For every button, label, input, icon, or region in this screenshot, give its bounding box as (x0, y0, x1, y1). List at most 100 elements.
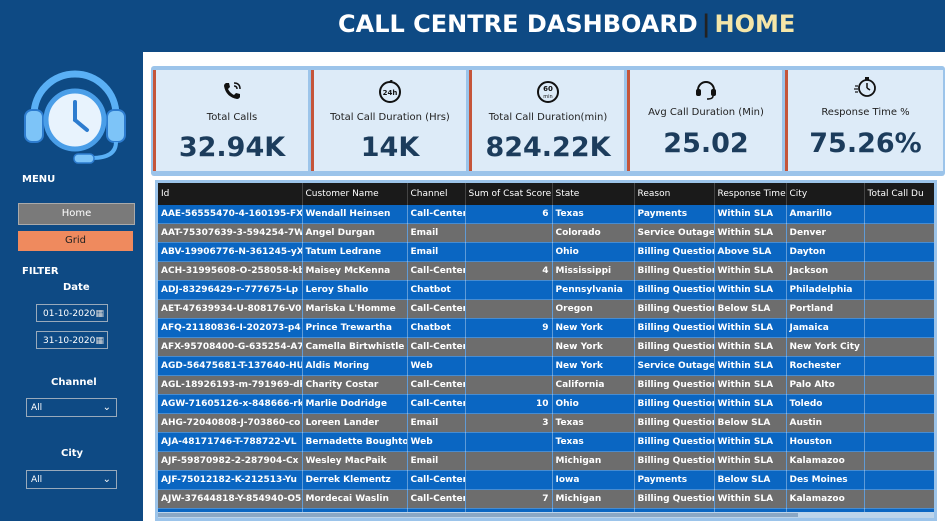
table-cell: 6 (465, 205, 553, 224)
table-cell: AGW-71605126-x-848666-rk (158, 394, 303, 414)
table-cell: ADJ-83296429-r-777675-Lp (158, 280, 303, 300)
table-row[interactable]: AHG-72040808-J-703860-co Loreen Lander Ema… (158, 413, 934, 433)
table-cell (465, 470, 553, 490)
table-cell: Charity Costar (302, 375, 408, 395)
date-start-input[interactable]: 01-10-2020 ▦ (36, 304, 108, 322)
table-cell (465, 242, 553, 262)
city-label: City (61, 448, 84, 459)
svg-text:min: min (543, 94, 552, 100)
table-cell: Payments (634, 205, 715, 224)
column-header[interactable]: Channel (407, 183, 466, 205)
kpi-label: Response Time % (821, 107, 910, 118)
date-end-input[interactable]: 31-10-2020 ▦ (36, 331, 108, 349)
column-header[interactable]: Response Time (714, 183, 787, 205)
city-select[interactable]: All ⌄ (26, 470, 117, 489)
kpi-value: 824.22K (485, 132, 611, 163)
table-row[interactable]: ABV-19906776-N-361245-yX Tatum Ledrane Ema… (158, 242, 934, 262)
table-cell: Within SLA (714, 356, 787, 376)
table-cell: Within SLA (714, 205, 787, 224)
calendar-icon[interactable]: ▦ (95, 305, 104, 323)
table-cell: Mariska L'Homme (302, 299, 408, 319)
city-value: All (31, 475, 43, 485)
table-cell: Ohio (552, 394, 635, 414)
kpi-card-response-time: Response Time % 75.26% (785, 70, 943, 171)
table-cell: Service Outage (634, 223, 715, 243)
table-row[interactable]: ACH-31995608-O-258058-kb Maisey McKenna Ca… (158, 261, 934, 281)
column-header[interactable]: Id (158, 183, 303, 205)
horizontal-scrollbar[interactable] (158, 512, 934, 518)
kpi-value: 14K (360, 132, 420, 163)
channel-value: All (31, 403, 43, 413)
table-cell: Billing Question (634, 242, 715, 262)
table-row[interactable]: AJW-37644818-Y-854940-O5 Mordecai Waslin C… (158, 489, 934, 509)
nav-grid-button[interactable]: Grid (18, 231, 133, 251)
nav-home-button[interactable]: Home (18, 203, 135, 225)
scrollbar-thumb[interactable] (158, 513, 798, 517)
table-cell: Chatbot (407, 318, 466, 338)
table-cell: Billing Question (634, 299, 715, 319)
page-title: CALL CENTRE DASHBOARD | HOME (338, 10, 795, 38)
table-cell (465, 451, 553, 471)
channel-select[interactable]: All ⌄ (26, 398, 117, 417)
chevron-down-icon: ⌄ (102, 402, 111, 413)
24h-clock-icon: 24h (314, 79, 466, 103)
table-cell: Billing Question (634, 261, 715, 281)
table-cell (864, 394, 934, 414)
table-cell (864, 280, 934, 300)
column-header[interactable]: Customer Name (302, 183, 408, 205)
table-cell: Aldis Moring (302, 356, 408, 376)
table-row[interactable]: AFQ-21180836-I-202073-p4 Prince Trewartha… (158, 318, 934, 338)
table-cell (864, 356, 934, 376)
table-cell: Mississippi (552, 261, 635, 281)
column-header[interactable]: Sum of Csat Score (465, 183, 553, 205)
table-row[interactable]: AAE-56555470-4-160195-FX Wendall Heinsen C… (158, 205, 934, 224)
table-cell: Billing Question (634, 451, 715, 471)
table-cell: Within SLA (714, 375, 787, 395)
table-row[interactable]: AJF-75012182-K-212513-Yu Derrek Klementz C… (158, 470, 934, 490)
table-cell: Billing Question (634, 489, 715, 509)
table-row[interactable]: AET-47639934-U-808176-V0 Mariska L'Homme C… (158, 299, 934, 319)
table-body: AAE-56555470-4-160195-FX Wendall Heinsen C… (158, 205, 934, 518)
table-cell: Within SLA (714, 261, 787, 281)
table-cell: Derrek Klementz (302, 470, 408, 490)
headset-clock-logo-icon (24, 70, 126, 164)
table-row[interactable]: AGW-71605126-x-848666-rk Marlie Dodridge C… (158, 394, 934, 414)
table-cell (864, 242, 934, 262)
table-cell: Web (407, 432, 466, 452)
table-cell: Texas (552, 413, 635, 433)
table-row[interactable]: AGL-18926193-m-791969-dh Charity Costar Ca… (158, 375, 934, 395)
table-cell: Philadelphia (786, 280, 865, 300)
table-row[interactable]: AAT-75307639-3-594254-7W Angel Durgan Emai… (158, 223, 934, 243)
kpi-card-total-calls: Total Calls 32.94K (153, 70, 308, 171)
table-cell: Call-Center (407, 375, 466, 395)
table-cell (864, 299, 934, 319)
table-cell (864, 432, 934, 452)
table-row[interactable]: ADJ-83296429-r-777675-Lp Leroy Shallo Chat… (158, 280, 934, 300)
table-cell: Call-Center (407, 299, 466, 319)
table-cell: AAE-56555470-4-160195-FX (158, 205, 303, 224)
column-header[interactable]: City (786, 183, 865, 205)
table-cell (465, 375, 553, 395)
table-cell: New York (552, 356, 635, 376)
table-row[interactable]: AJA-48171746-T-788722-VL Bernadette Bough… (158, 432, 934, 452)
table-row[interactable]: AFX-95708400-G-635254-A7 Camella Birtwhis… (158, 337, 934, 357)
column-header[interactable]: Reason (634, 183, 715, 205)
headset-icon (630, 76, 782, 100)
calendar-icon[interactable]: ▦ (95, 332, 104, 350)
table-cell: Billing Question (634, 375, 715, 395)
date-label: Date (63, 282, 90, 293)
table-cell: Texas (552, 205, 635, 224)
table-cell (864, 318, 934, 338)
column-header[interactable]: State (552, 183, 635, 205)
column-header[interactable]: Total Call Du (864, 183, 934, 205)
kpi-value: 75.26% (809, 128, 922, 159)
table-cell: Billing Question (634, 394, 715, 414)
table-cell: Below SLA (714, 470, 787, 490)
table-cell: Tatum Ledrane (302, 242, 408, 262)
table-row[interactable]: AGD-56475681-T-137640-HU Aldis Moring Web N… (158, 356, 934, 376)
table-cell (864, 223, 934, 243)
table-cell (864, 451, 934, 471)
table-cell: Below SLA (714, 413, 787, 433)
kpi-label: Avg Call Duration (Min) (648, 107, 764, 118)
table-row[interactable]: AJF-59870982-2-287904-Cx Wesley MacPaik Em… (158, 451, 934, 471)
